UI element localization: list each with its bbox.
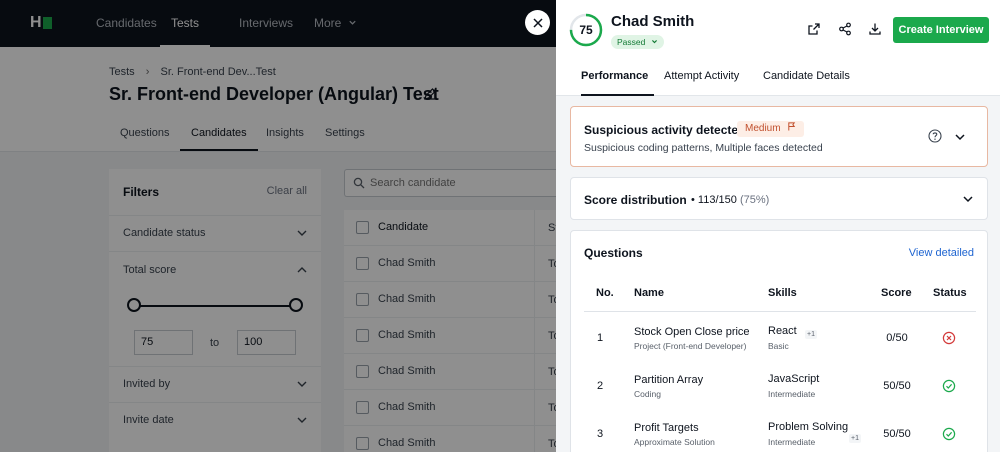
passed-check-icon: [942, 427, 956, 441]
column-header-status: Status: [933, 287, 967, 299]
severity-label: Medium: [745, 123, 781, 134]
question-skill: JavaScript: [768, 373, 820, 385]
skill-level: Intermediate: [768, 389, 816, 399]
tab-candidate-details[interactable]: Candidate Details: [763, 64, 850, 96]
passed-check-icon: [942, 379, 956, 393]
column-header-name: Name: [634, 287, 664, 299]
distribution-score: • 113/150 (75%): [691, 194, 769, 206]
status-badge[interactable]: Passed: [611, 35, 664, 49]
open-external-icon[interactable]: [807, 22, 821, 36]
download-icon[interactable]: [868, 22, 882, 36]
extra-skills-badge[interactable]: +1: [849, 434, 861, 443]
question-skill: React: [768, 325, 797, 337]
share-icon[interactable]: [838, 22, 852, 36]
question-row[interactable]: 1 Stock Open Close price Project (Front-…: [571, 313, 989, 361]
question-name: Stock Open Close price: [634, 326, 750, 338]
chevron-down-icon[interactable]: [962, 193, 974, 205]
distribution-percent: (75%): [739, 194, 770, 206]
view-detailed-link[interactable]: View detailed: [909, 247, 974, 259]
question-name: Profit Targets: [634, 422, 699, 434]
column-header-skills: Skills: [768, 287, 797, 299]
question-number: 1: [597, 332, 604, 344]
distribution-title: Score distribution: [584, 193, 687, 207]
tab-performance[interactable]: Performance: [581, 64, 654, 96]
score-distribution-card[interactable]: Score distribution • 113/150 (75%): [570, 177, 988, 220]
suspicious-activity-card[interactable]: Suspicious activity detected Medium Susp…: [570, 106, 988, 167]
skill-level: Basic: [768, 341, 789, 351]
questions-title: Questions: [584, 246, 643, 260]
questions-card: Questions View detailed No. Name Skills …: [570, 230, 988, 452]
question-skill: Problem Solving: [768, 421, 849, 433]
column-header-no: No.: [596, 287, 614, 299]
failed-x-icon: [942, 331, 956, 345]
help-icon[interactable]: [928, 129, 942, 143]
question-name: Partition Array: [634, 374, 704, 386]
chevron-down-icon: [651, 40, 657, 44]
question-score: 0/50: [886, 332, 908, 344]
flag-icon: [788, 122, 796, 131]
question-score: 50/50: [883, 380, 911, 392]
question-row[interactable]: 2 Partition Array Coding JavaScript Inte…: [571, 361, 989, 409]
question-score: 50/50: [883, 428, 911, 440]
distribution-value: 113/150: [697, 194, 737, 206]
suspicious-detail: Suspicious coding patterns, Multiple fac…: [584, 142, 823, 154]
candidate-name-heading: Chad Smith: [611, 13, 695, 30]
status-badge-label: Passed: [617, 37, 646, 47]
question-type: Project (Front-end Developer): [634, 341, 747, 351]
question-type: Coding: [634, 389, 661, 399]
panel-header: 75 Chad Smith Passed Create Interview Pe…: [556, 0, 1000, 96]
bullet-dot-icon: •: [691, 194, 698, 206]
create-interview-button[interactable]: Create Interview: [893, 17, 989, 43]
question-row[interactable]: 3 Profit Targets Approximate Solution Pr…: [571, 409, 989, 452]
score-value: 75: [579, 23, 593, 37]
question-number: 2: [597, 380, 604, 392]
header-divider: [584, 311, 976, 312]
close-icon: [532, 17, 543, 28]
skill-level: Intermediate: [768, 437, 816, 447]
question-type: Approximate Solution: [634, 437, 715, 447]
candidate-report-panel: 75 Chad Smith Passed Create Interview Pe…: [556, 0, 1000, 452]
severity-badge: Medium: [737, 121, 805, 137]
column-header-score: Score: [881, 287, 912, 299]
chevron-down-icon[interactable]: [954, 131, 966, 143]
question-number: 3: [597, 428, 604, 440]
extra-skills-badge[interactable]: +1: [805, 330, 817, 339]
suspicious-title: Suspicious activity detected: [584, 123, 746, 137]
close-panel-button[interactable]: [525, 10, 550, 35]
modal-backdrop[interactable]: [0, 0, 556, 452]
tab-attempt-activity[interactable]: Attempt Activity: [664, 64, 739, 96]
